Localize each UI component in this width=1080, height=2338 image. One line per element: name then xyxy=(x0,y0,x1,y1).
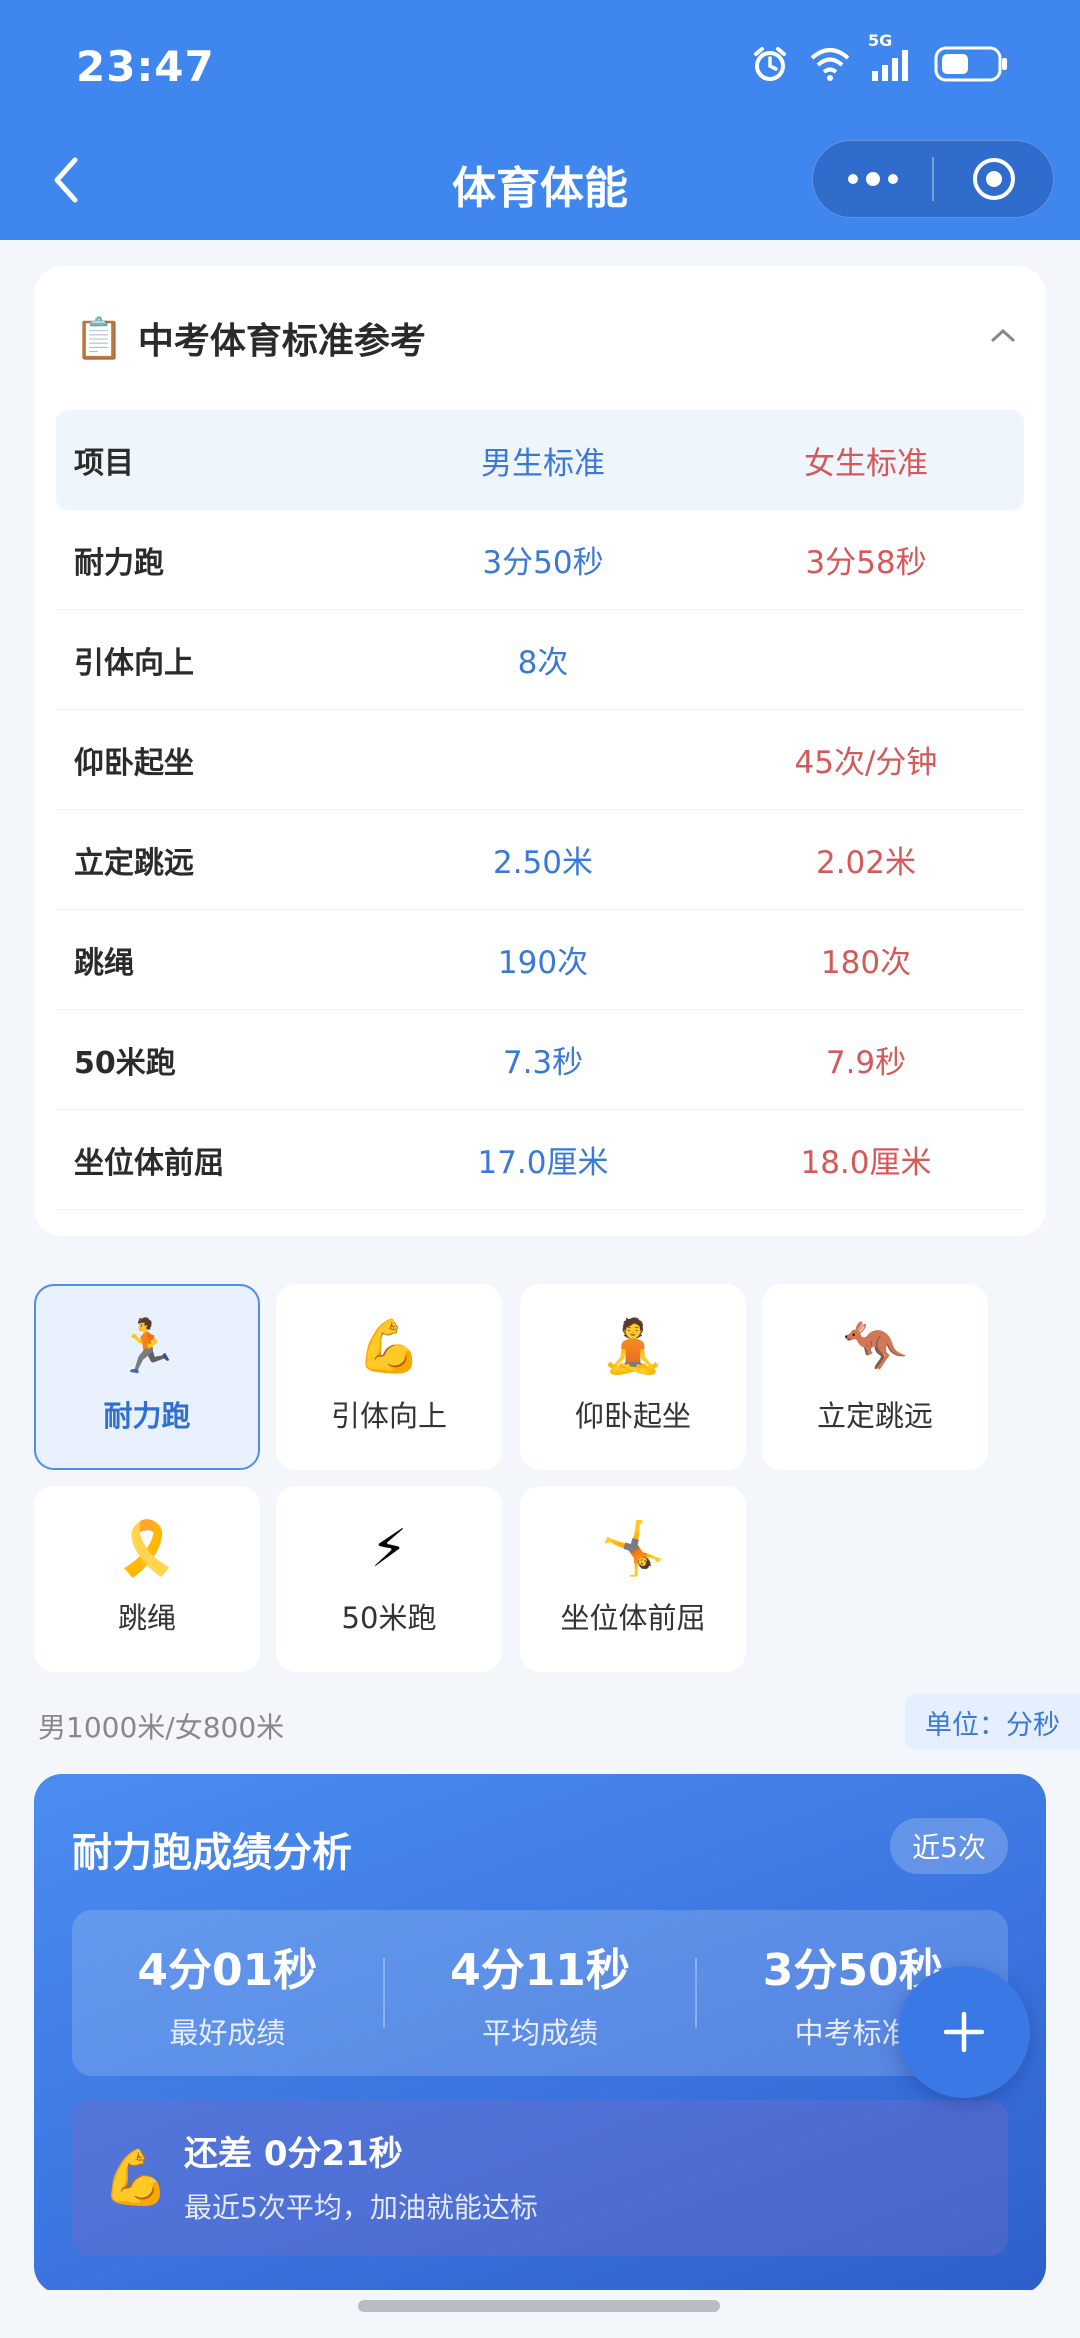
plus-icon xyxy=(943,2011,985,2053)
tile-jump-rope[interactable]: 🎗️ 跳绳 xyxy=(34,1486,260,1672)
status-bar: 23:47 5G xyxy=(0,0,1080,120)
table-row: 引体向上 8次 xyxy=(56,610,1024,710)
row-item: 仰卧起坐 xyxy=(74,745,194,781)
stat-value: 4分01秒 xyxy=(137,1945,318,1996)
row-female: 2.02米 xyxy=(815,845,917,881)
miniprogram-capsule xyxy=(812,140,1054,218)
table-row: 跳绳 190次 180次 xyxy=(56,910,1024,1010)
ribbon-icon: 🎗️ xyxy=(114,1519,180,1579)
unit-badge: 单位：分秒 xyxy=(905,1694,1080,1750)
row-female: 180次 xyxy=(820,945,912,981)
analysis-card: 耐力跑成绩分析 近5次 4分01秒 最好成绩 4分11秒 平均成绩 3分50秒 … xyxy=(34,1774,1046,2294)
tile-50m-run[interactable]: ⚡ 50米跑 xyxy=(276,1486,502,1672)
table-row: 仰卧起坐 45次/分钟 xyxy=(56,710,1024,810)
gap-subtext: 最近5次平均，加油就能达标 xyxy=(184,2191,538,2224)
row-male: 7.3秒 xyxy=(502,1045,584,1081)
tile-sit-and-reach[interactable]: 🤸 坐位体前屈 xyxy=(520,1486,746,1672)
row-item: 50米跑 xyxy=(74,1045,176,1081)
tile-label: 引体向上 xyxy=(330,1399,447,1433)
stat-label: 平均成绩 xyxy=(482,2016,599,2050)
row-male: 8次 xyxy=(517,645,569,681)
table-row: 50米跑 7.3秒 7.9秒 xyxy=(56,1010,1024,1110)
analysis-stats: 4分01秒 最好成绩 4分11秒 平均成绩 3分50秒 中考标准 xyxy=(72,1910,1008,2076)
stat-average: 4分11秒 平均成绩 xyxy=(385,1934,696,2052)
lightning-icon: ⚡ xyxy=(370,1519,408,1579)
lotus-pose-icon: 🧘 xyxy=(600,1317,666,1377)
muscle-icon: 💪 xyxy=(102,2146,170,2209)
analysis-title: 耐力跑成绩分析 xyxy=(72,1830,352,1876)
gap-text: 还差 0分21秒 xyxy=(184,2134,403,2174)
standards-card: 📋 中考体育标准参考 项目 男生标准 女生标准 耐力跑 3分50秒 3分58秒 … xyxy=(34,266,1046,1236)
clipboard-icon: 📋 xyxy=(74,315,124,362)
row-female: 3分58秒 xyxy=(805,545,927,581)
row-female: 45次/分钟 xyxy=(794,745,938,781)
standards-table: 项目 男生标准 女生标准 耐力跑 3分50秒 3分58秒 引体向上 8次 仰卧起… xyxy=(56,410,1024,1210)
table-header-row: 项目 男生标准 女生标准 xyxy=(56,410,1024,510)
tile-label: 耐力跑 xyxy=(103,1399,191,1433)
row-female: 7.9秒 xyxy=(825,1045,907,1081)
row-female: 18.0厘米 xyxy=(800,1145,932,1181)
more-dots-icon xyxy=(847,172,898,186)
table-row: 立定跳远 2.50米 2.02米 xyxy=(56,810,1024,910)
tile-label: 仰卧起坐 xyxy=(574,1399,691,1433)
standards-title: 中考体育标准参考 xyxy=(137,321,426,362)
kangaroo-icon: 🦘 xyxy=(842,1317,908,1377)
wifi-icon xyxy=(808,46,852,82)
tile-label: 跳绳 xyxy=(117,1601,176,1635)
bottom-safe-area xyxy=(0,2290,1080,2338)
alarm-icon xyxy=(750,44,790,84)
table-row: 坐位体前屈 17.0厘米 18.0厘米 xyxy=(56,1110,1024,1210)
recent-badge[interactable]: 近5次 xyxy=(890,1818,1008,1874)
row-item: 引体向上 xyxy=(74,645,194,681)
header-male: 男生标准 xyxy=(481,445,605,482)
gap-tip: 💪 还差 0分21秒 最近5次平均，加油就能达标 xyxy=(72,2100,1008,2256)
muscle-icon: 💪 xyxy=(356,1317,422,1377)
title-bar: 体育体能 xyxy=(0,120,1080,240)
row-male: 2.50米 xyxy=(492,845,594,881)
signal-icon: 5G xyxy=(868,31,916,81)
table-row: 耐力跑 3分50秒 3分58秒 xyxy=(56,510,1024,610)
distance-hint: 男1000米/女800米 xyxy=(38,1711,285,1744)
stat-label: 最好成绩 xyxy=(169,2016,286,2050)
header-female: 女生标准 xyxy=(804,445,928,482)
tile-label: 立定跳远 xyxy=(816,1399,933,1433)
stat-value: 4分11秒 xyxy=(450,1945,630,1996)
stat-best: 4分01秒 最好成绩 xyxy=(72,1934,383,2052)
network-type: 5G xyxy=(868,31,893,50)
close-miniprogram-button[interactable] xyxy=(934,141,1053,217)
status-time: 23:47 xyxy=(76,42,215,91)
tile-pull-up[interactable]: 💪 引体向上 xyxy=(276,1284,502,1470)
battery-icon xyxy=(934,45,1010,83)
status-icons: 5G xyxy=(750,31,1010,84)
row-item: 立定跳远 xyxy=(74,845,194,881)
home-indicator[interactable] xyxy=(358,2300,720,2312)
runner-icon: 🏃 xyxy=(114,1317,180,1377)
row-item: 耐力跑 xyxy=(74,545,164,581)
standards-header: 📋 中考体育标准参考 xyxy=(74,312,426,364)
more-button[interactable] xyxy=(813,141,932,217)
row-male: 3分50秒 xyxy=(482,545,604,581)
target-circle-icon xyxy=(972,158,1015,200)
tile-long-jump[interactable]: 🦘 立定跳远 xyxy=(762,1284,988,1470)
tile-label: 坐位体前屈 xyxy=(560,1601,706,1635)
tile-sit-up[interactable]: 🧘 仰卧起坐 xyxy=(520,1284,746,1470)
tile-endurance-run[interactable]: 🏃 耐力跑 xyxy=(34,1284,260,1470)
collapse-button[interactable] xyxy=(988,320,1018,350)
cartwheel-icon: 🤸 xyxy=(600,1519,666,1579)
row-male: 17.0厘米 xyxy=(477,1145,609,1181)
tile-label: 50米跑 xyxy=(341,1601,437,1635)
row-item: 坐位体前屈 xyxy=(74,1145,224,1181)
header-item: 项目 xyxy=(74,446,134,481)
add-record-button[interactable] xyxy=(898,1966,1030,2098)
row-male: 190次 xyxy=(497,945,589,981)
chevron-up-icon xyxy=(991,328,1015,342)
row-item: 跳绳 xyxy=(74,945,134,981)
